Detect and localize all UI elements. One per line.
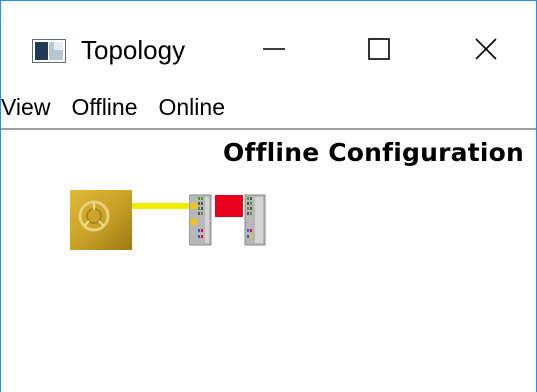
ethercat-master-icon[interactable] [70, 190, 132, 250]
close-button[interactable] [451, 23, 521, 75]
topology-canvas[interactable]: Offline Configuration [1, 130, 536, 392]
menu-view[interactable]: View [1, 92, 50, 122]
io-coupler-terminal-icon[interactable] [189, 191, 271, 247]
maximize-icon [368, 38, 390, 60]
canvas-heading: Offline Configuration [223, 138, 524, 167]
minimize-icon [263, 48, 285, 50]
close-icon [475, 38, 497, 60]
window-app-icon [32, 39, 66, 63]
window-title: Topology [81, 35, 186, 65]
maximize-button[interactable] [344, 23, 414, 75]
topology-window: Topology View Offline Online Offline Con… [0, 0, 537, 392]
menu-offline[interactable]: Offline [71, 92, 137, 122]
menu-bar: View Offline Online [1, 87, 536, 127]
title-bar[interactable]: Topology [1, 1, 536, 87]
minimize-button[interactable] [239, 23, 309, 75]
menu-online[interactable]: Online [159, 92, 225, 122]
network-link[interactable] [132, 203, 190, 209]
